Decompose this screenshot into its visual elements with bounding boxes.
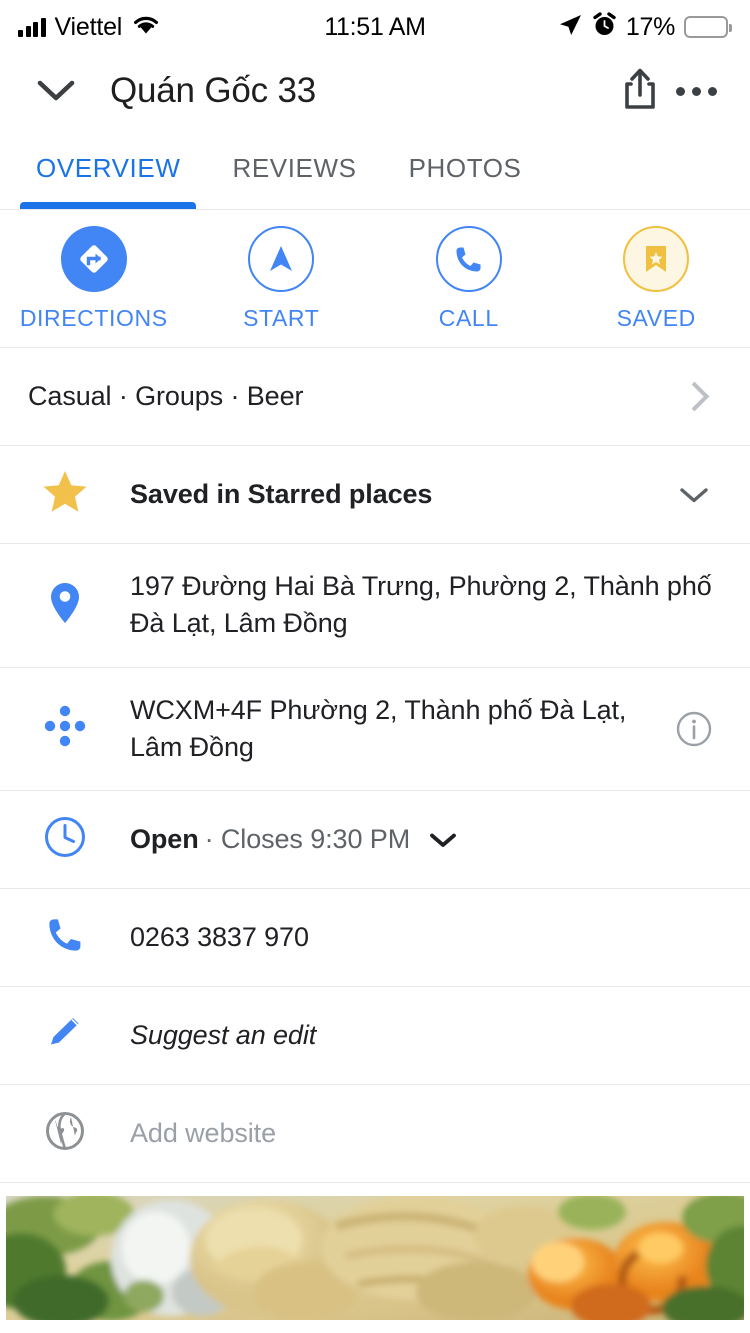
address-row[interactable]: 197 Đường Hai Bà Trưng, Phường 2, Thành …: [0, 544, 750, 668]
address-body: 197 Đường Hai Bà Trưng, Phường 2, Thành …: [130, 544, 724, 667]
battery-icon: [684, 16, 732, 38]
status-bar: Viettel 11:51 AM 17%: [0, 0, 750, 54]
saved-list-icon-cell: [0, 469, 130, 520]
clock-icon: [44, 816, 86, 863]
website-icon-cell: [0, 1110, 130, 1157]
battery-percent-label: 17%: [625, 12, 675, 41]
collapse-button[interactable]: [30, 65, 82, 117]
saved-label: SAVED: [616, 304, 696, 331]
directions-label: DIRECTIONS: [19, 304, 168, 331]
page-title: Quán Gốc 33: [110, 71, 316, 110]
status-bar-right: 17%: [557, 12, 732, 43]
suggest-edit-row[interactable]: Suggest an edit: [0, 987, 750, 1085]
hours-row[interactable]: Open · Closes 9:30 PM: [0, 791, 750, 889]
plus-code-icon: [41, 702, 89, 755]
hours-detail: · Closes 9:30 PM: [204, 824, 411, 854]
website-row[interactable]: Add website: [0, 1085, 750, 1183]
chevron-down-icon: [430, 833, 456, 847]
address-text: 197 Đường Hai Bà Trưng, Phường 2, Thành …: [130, 571, 712, 639]
attributes-chevron[interactable]: [664, 381, 724, 412]
start-button[interactable]: START: [188, 225, 376, 332]
share-button[interactable]: [612, 63, 668, 119]
tab-reviews[interactable]: REVIEWS: [206, 128, 382, 209]
saved-list-text: Saved in Starred places: [130, 479, 433, 509]
saved-button[interactable]: SAVED: [563, 225, 750, 332]
hours-icon-cell: [0, 816, 130, 863]
call-button[interactable]: CALL: [375, 225, 563, 332]
saved-list-chevron[interactable]: [664, 486, 724, 504]
alarm-clock-icon: [592, 12, 617, 42]
phone-text: 0263 3837 970: [130, 921, 309, 952]
bookmark-star-icon: [623, 225, 690, 292]
hours-status: Open: [130, 824, 199, 854]
map-pin-icon: [49, 581, 81, 630]
suggest-edit-icon-cell: [0, 1012, 130, 1059]
directions-icon: [60, 225, 127, 292]
globe-icon: [44, 1110, 86, 1157]
pencil-icon: [44, 1012, 86, 1059]
app-header: Quán Gốc 33: [0, 54, 750, 128]
more-options-button[interactable]: [668, 63, 724, 119]
suggest-edit-body: Suggest an edit: [130, 993, 724, 1078]
action-button-row: DIRECTIONS START CALL SAVED: [0, 210, 750, 348]
hours-expand-button[interactable]: [428, 831, 458, 849]
hours-line: Open · Closes 9:30 PM: [130, 824, 724, 855]
chevron-down-icon: [680, 487, 708, 502]
directions-button[interactable]: DIRECTIONS: [0, 225, 188, 332]
navigation-arrow-icon: [248, 225, 315, 292]
section-gap: [0, 1183, 750, 1196]
attributes-text: Casual · Groups · Beer: [28, 380, 304, 411]
tab-bar: OVERVIEW REVIEWS PHOTOS: [0, 128, 750, 210]
saved-list-row[interactable]: Saved in Starred places: [0, 446, 750, 544]
plus-code-row[interactable]: WCXM+4F Phường 2, Thành phố Đà Lạt, Lâm …: [0, 668, 750, 791]
place-photo[interactable]: [6, 1196, 744, 1320]
suggest-edit-text: Suggest an edit: [130, 1019, 317, 1050]
plus-code-icon-cell: [0, 702, 130, 755]
call-label: CALL: [438, 304, 499, 331]
plus-code-body: WCXM+4F Phường 2, Thành phố Đà Lạt, Lâm …: [130, 668, 664, 791]
phone-icon: [45, 915, 85, 960]
plus-code-text: WCXM+4F Phường 2, Thành phố Đà Lạt, Lâm …: [130, 694, 627, 762]
website-body: Add website: [130, 1091, 724, 1176]
phone-body: 0263 3837 970: [130, 895, 724, 980]
star-icon: [41, 469, 89, 520]
phone-icon: [435, 225, 502, 292]
photo-section[interactable]: [0, 1196, 750, 1320]
share-icon: [620, 67, 660, 116]
attributes-row[interactable]: Casual · Groups · Beer: [0, 348, 750, 446]
saved-list-body: Saved in Starred places: [130, 455, 664, 534]
attributes-body: Casual · Groups · Beer: [0, 354, 664, 439]
location-arrow-icon: [557, 12, 583, 43]
plus-code-info-button[interactable]: [664, 710, 724, 748]
phone-row[interactable]: 0263 3837 970: [0, 889, 750, 987]
more-horizontal-icon: [675, 86, 717, 96]
phone-icon-cell: [0, 915, 130, 960]
chevron-right-icon: [679, 381, 709, 412]
address-icon-cell: [0, 581, 130, 630]
tab-overview[interactable]: OVERVIEW: [10, 128, 206, 209]
start-label: START: [243, 304, 320, 331]
tab-photos[interactable]: PHOTOS: [383, 128, 548, 209]
food-photo-illustration: [6, 1196, 744, 1320]
website-text: Add website: [130, 1117, 276, 1148]
info-icon: [676, 711, 712, 746]
hours-body: Open · Closes 9:30 PM: [130, 800, 724, 879]
